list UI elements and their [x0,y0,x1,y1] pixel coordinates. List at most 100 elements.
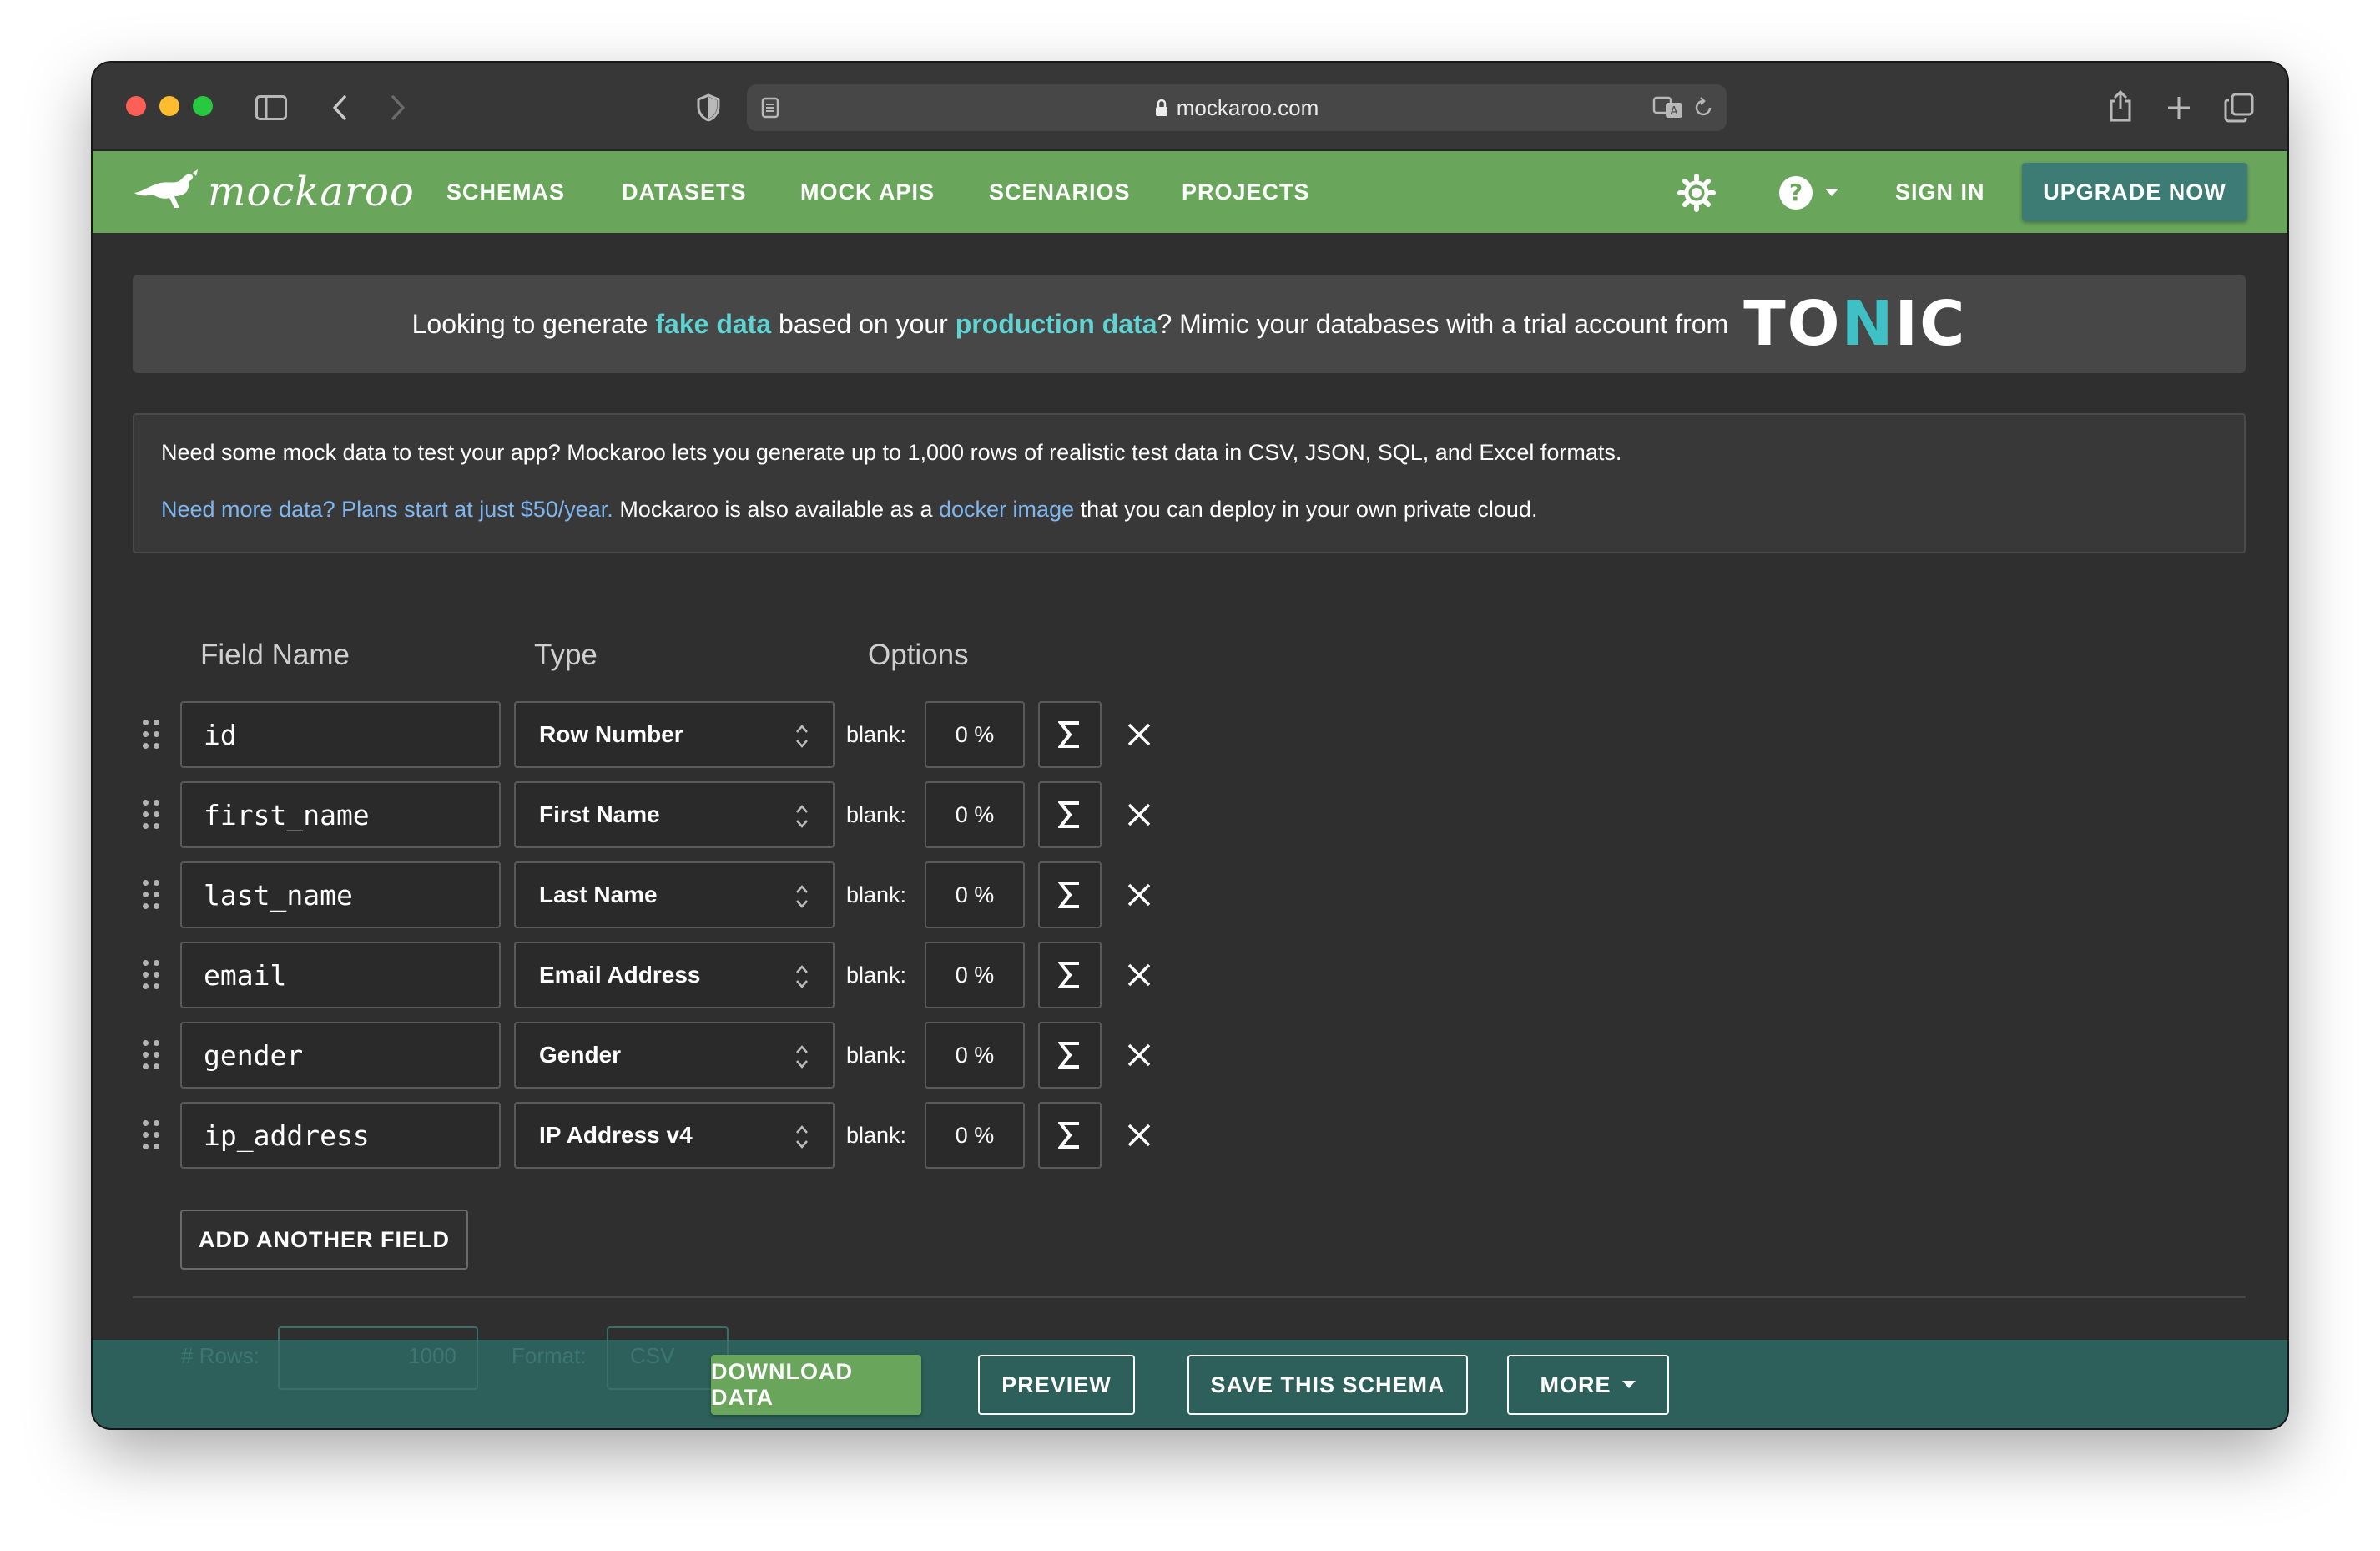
remove-field-button[interactable] [1122,718,1156,751]
maximize-window-button[interactable] [193,96,213,116]
field-type-select[interactable]: First Name [514,781,835,848]
tonic-banner[interactable]: Looking to generate fake data based on y… [133,275,2246,373]
drag-handle-icon[interactable] [143,960,163,990]
blank-label: blank: [846,721,907,747]
field-name-input[interactable]: ip_address [180,1102,501,1169]
remove-field-button[interactable] [1122,878,1156,912]
brand-logo[interactable]: mockaroo [133,166,415,218]
add-another-field-button[interactable]: ADD ANOTHER FIELD [180,1210,468,1270]
remove-field-button[interactable] [1122,1038,1156,1072]
blank-percent-input[interactable]: 0 % [925,861,1025,928]
blank-label: blank: [846,1042,907,1068]
formula-button[interactable] [1038,701,1102,768]
fake-data-highlight: fake data [655,308,772,339]
minimize-window-button[interactable] [159,96,179,116]
field-row: first_name First Name blank: 0 % [93,781,1177,848]
field-type-value: Row Number [539,721,683,747]
remove-field-button[interactable] [1122,1119,1156,1152]
caret-down-icon [1824,188,1839,198]
banner-text: Looking to generate fake data based on y… [411,308,1729,339]
share-icon[interactable] [2104,88,2137,124]
blank-label: blank: [846,962,907,988]
field-type-value: First Name [539,801,660,827]
field-type-select[interactable]: Last Name [514,861,835,928]
blank-percent-input[interactable]: 0 % [925,942,1025,1008]
rows-value: 1000 [408,1343,456,1368]
url-text: mockaroo.com [1176,94,1319,120]
upgrade-now-button[interactable]: UPGRADE NOW [2022,163,2247,221]
nav-projects[interactable]: PROJECTS [1182,151,1310,233]
nav-schemas[interactable]: SCHEMAS [446,151,565,233]
shield-icon[interactable] [692,91,725,124]
blank-label: blank: [846,882,907,907]
rows-input[interactable]: 1000 [278,1326,478,1390]
formula-button[interactable] [1038,942,1102,1008]
drag-handle-icon[interactable] [143,1040,163,1070]
remove-field-button[interactable] [1122,958,1156,992]
lock-icon [1155,99,1168,117]
browser-window: mockaroo.com A mockaroo SCHEMAS DATASETS… [93,63,2287,1428]
blank-percent-input[interactable]: 0 % [925,1022,1025,1089]
reload-icon[interactable] [1690,94,1717,121]
forward-icon[interactable] [381,91,415,124]
more-menu-button[interactable]: MORE [1507,1355,1669,1415]
close-icon [1127,803,1151,826]
close-icon [1127,1124,1151,1147]
sigma-icon [1058,721,1079,748]
drag-handle-icon[interactable] [143,800,163,830]
sort-chevrons-icon [796,965,808,988]
plans-link[interactable]: Need more data? Plans start at just $50/… [161,497,613,522]
field-name-input[interactable]: first_name [180,781,501,848]
help-menu[interactable]: ? [1773,173,1843,213]
blank-label: blank: [846,801,907,827]
site-navbar: mockaroo SCHEMAS DATASETS MOCK APIS SCEN… [93,151,2287,233]
field-name-input[interactable]: last_name [180,861,501,928]
sidebar-icon[interactable] [255,91,288,124]
close-window-button[interactable] [126,96,146,116]
field-type-select[interactable]: Email Address [514,942,835,1008]
field-row: ip_address IP Address v4 blank: 0 % [93,1102,1177,1169]
tabs-icon[interactable] [2222,91,2256,124]
field-type-select[interactable]: Gender [514,1022,835,1089]
field-name-input[interactable]: email [180,942,501,1008]
field-type-select[interactable]: Row Number [514,701,835,768]
drag-handle-icon[interactable] [143,880,163,910]
docker-image-link[interactable]: docker image [939,497,1074,522]
format-label: Format: [512,1343,587,1368]
close-icon [1127,723,1151,746]
section-divider [133,1296,2246,1298]
blank-percent-input[interactable]: 0 % [925,701,1025,768]
field-name-input[interactable]: id [180,701,501,768]
nav-mock-apis[interactable]: MOCK APIS [800,151,935,233]
download-data-button[interactable]: DOWNLOAD DATA [711,1355,921,1415]
info-line-1: Need some mock data to test your app? Mo… [161,440,1622,465]
field-type-select[interactable]: IP Address v4 [514,1102,835,1169]
brand-name: mockaroo [208,169,415,215]
formula-button[interactable] [1038,781,1102,848]
sign-in-link[interactable]: SIGN IN [1895,151,1985,233]
new-tab-icon[interactable] [2162,91,2196,124]
close-icon [1127,963,1151,987]
formula-button[interactable] [1038,1102,1102,1169]
drag-handle-icon[interactable] [143,720,163,750]
formula-button[interactable] [1038,1022,1102,1089]
translate-icon[interactable]: A [1651,94,1685,121]
preview-button[interactable]: PREVIEW [978,1355,1135,1415]
close-icon [1127,1043,1151,1067]
more-label: MORE [1540,1372,1611,1397]
nav-datasets[interactable]: DATASETS [622,151,747,233]
nav-scenarios[interactable]: SCENARIOS [989,151,1131,233]
address-bar[interactable]: mockaroo.com A [747,84,1727,131]
blank-percent-input[interactable]: 0 % [925,1102,1025,1169]
remove-field-button[interactable] [1122,798,1156,831]
blank-percent-input[interactable]: 0 % [925,781,1025,848]
back-icon[interactable] [323,91,356,124]
kangaroo-icon [133,168,199,217]
field-name-input[interactable]: gender [180,1022,501,1089]
drag-handle-icon[interactable] [143,1120,163,1150]
header-options: Options [868,639,969,671]
save-schema-button[interactable]: SAVE THIS SCHEMA [1187,1355,1468,1415]
theme-icon[interactable] [1677,173,1717,213]
sigma-icon [1058,801,1079,828]
formula-button[interactable] [1038,861,1102,928]
